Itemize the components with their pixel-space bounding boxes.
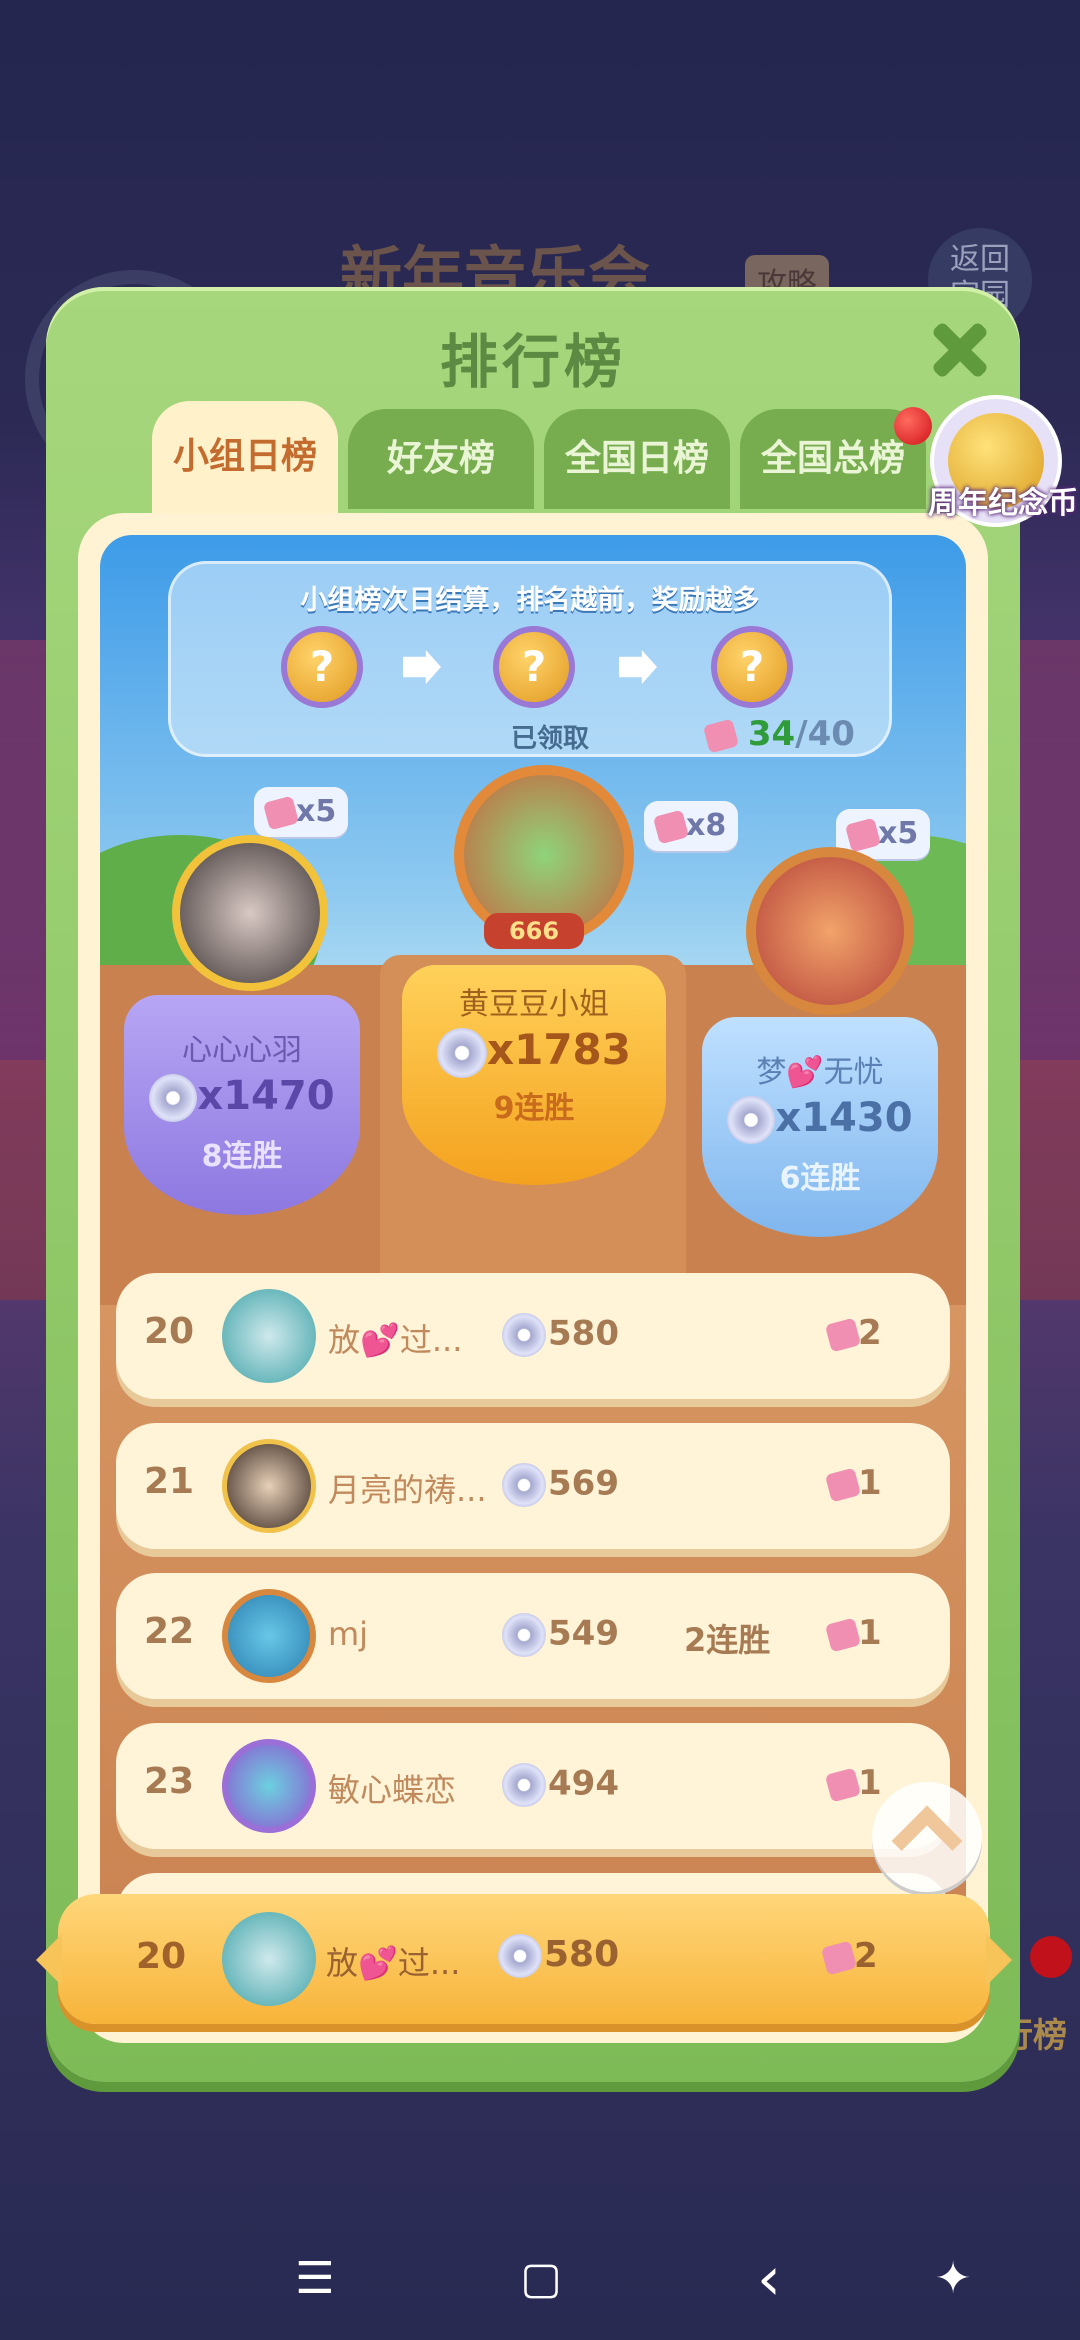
reward-chest-2-icon[interactable]: ? [493, 626, 575, 708]
arrow-right-icon [619, 650, 657, 684]
row-streak: 2连胜 [684, 1621, 771, 1659]
avatar[interactable] [222, 1289, 316, 1383]
leaderboard-inner: 小组榜次日结算，排名越前，奖励越多 ? ? ? 已领取 34/40 x5 心心心… [78, 513, 988, 2043]
my-rank: 20 [136, 1936, 187, 1977]
player-score: x1783 [402, 1025, 666, 1078]
my-score: 580 [498, 1934, 619, 1978]
row-rank: 20 [144, 1311, 195, 1352]
player-name: 黄豆豆小姐 [459, 987, 609, 1022]
tab-friends[interactable]: 好友榜 [348, 409, 534, 509]
disc-icon [502, 1763, 546, 1807]
reward-chest-3-icon[interactable]: ? [711, 626, 793, 708]
gift-progress: 34/40 [702, 714, 855, 754]
avatar[interactable] [172, 835, 328, 991]
reward-notice: 小组榜次日结算，排名越前，奖励越多 [300, 585, 760, 616]
table-row[interactable]: 22 mj 549 2连胜 1 [116, 1573, 950, 1699]
progress-current: 34 [747, 714, 796, 754]
row-gifts: 1 [824, 1463, 882, 1503]
row-rank: 21 [144, 1461, 195, 1502]
row-name: 放💕过... [328, 1321, 463, 1359]
disc-icon [727, 1096, 776, 1144]
menu-icon[interactable]: ☰ [280, 2244, 350, 2314]
reward-progress-box: 小组榜次日结算，排名越前，奖励越多 ? ? ? 已领取 34/40 [168, 561, 892, 757]
row-score: 569 [502, 1463, 619, 1507]
gift-icon [820, 1940, 858, 1975]
disc-icon [149, 1074, 198, 1122]
row-score: 494 [502, 1763, 619, 1807]
disc-icon [498, 1934, 542, 1978]
row-gifts: 2 [824, 1313, 882, 1353]
row-name: mj [328, 1615, 369, 1653]
leaderboard-panel: 排行榜 小组日榜 好友榜 全国日榜 全国总榜 小组榜次日结算，排名越前，奖励越多… [46, 287, 1020, 2082]
arrow-right-icon [403, 650, 441, 684]
row-name: 月亮的祷... [328, 1471, 487, 1509]
gift-icon [824, 1467, 862, 1502]
disc-icon [437, 1027, 487, 1078]
row-score: 549 [502, 1613, 619, 1657]
podium-first[interactable]: 666 黄豆豆小姐 x1783 9连胜 [402, 765, 666, 1185]
gift-icon [824, 1317, 862, 1352]
win-streak: 9连胜 [493, 1091, 575, 1126]
gift-icon [262, 795, 300, 830]
claimed-label: 已领取 [511, 724, 590, 754]
table-row[interactable]: 20 放💕过... 580 2 [116, 1273, 950, 1399]
back-icon[interactable]: ‹ [734, 2244, 804, 2314]
progress-total: /40 [795, 714, 855, 754]
row-gifts: 1 [824, 1613, 882, 1653]
row-score: 580 [502, 1313, 619, 1357]
table-row[interactable]: 23 敏心蝶恋 494 1 [116, 1723, 950, 1849]
win-streak: 6连胜 [779, 1161, 861, 1196]
player-name: 梦💕无忧 [756, 1055, 884, 1090]
table-row[interactable]: 21 月亮的祷... 569 1 [116, 1423, 950, 1549]
panel-title: 排行榜 [439, 328, 626, 396]
gift-count-bubble: x5 [254, 787, 349, 837]
notification-dot [894, 407, 932, 445]
disc-icon [502, 1463, 546, 1507]
close-icon[interactable] [926, 317, 992, 383]
background-notification-dot [1030, 1936, 1072, 1978]
disc-icon [502, 1613, 546, 1657]
gift-count-bubble: x8 [644, 801, 739, 851]
accessibility-icon[interactable]: ✦ [918, 2244, 988, 2314]
leaderboard-content: 小组榜次日结算，排名越前，奖励越多 ? ? ? 已领取 34/40 x5 心心心… [100, 535, 966, 2015]
row-name: 敏心蝶恋 [328, 1771, 457, 1809]
system-navigation-bar: ☰ ▢ ‹ ✦ [0, 2220, 1080, 2340]
tab-group-daily[interactable]: 小组日榜 [152, 401, 338, 513]
gift-icon [824, 1617, 862, 1652]
avatar[interactable] [746, 847, 914, 1015]
gift-icon [824, 1767, 862, 1802]
my-rank-row[interactable]: 20 放💕过... 580 2 [36, 1894, 1012, 2024]
tab-national-daily[interactable]: 全国日榜 [544, 409, 730, 509]
my-gifts: 2 [820, 1936, 878, 1976]
avatar[interactable] [222, 1439, 316, 1533]
gift-icon [844, 817, 882, 852]
player-score: x1470 [124, 1073, 360, 1122]
podium-third[interactable]: 梦💕无忧 x1430 6连胜 [702, 847, 938, 1237]
avatar-badge: 666 [484, 913, 584, 949]
win-streak: 8连胜 [201, 1139, 283, 1174]
disc-icon [502, 1313, 546, 1357]
my-name: 放💕过... [326, 1944, 461, 1982]
player-name: 心心心羽 [182, 1033, 302, 1068]
reward-chest-1-icon[interactable]: ? [281, 626, 363, 708]
gift-icon [652, 809, 690, 844]
home-icon[interactable]: ▢ [506, 2244, 576, 2314]
anniversary-coin-label: 周年纪念币 [928, 486, 1078, 521]
gift-icon [702, 718, 740, 753]
row-rank: 23 [144, 1761, 195, 1802]
avatar[interactable] [222, 1912, 316, 2006]
player-score: x1430 [702, 1095, 938, 1144]
podium-second[interactable]: 心心心羽 x1470 8连胜 [124, 835, 360, 1215]
scroll-to-top-button[interactable] [872, 1782, 982, 1892]
row-gifts: 1 [824, 1763, 882, 1803]
avatar[interactable] [222, 1739, 316, 1833]
row-rank: 22 [144, 1611, 195, 1652]
avatar[interactable] [222, 1589, 316, 1683]
